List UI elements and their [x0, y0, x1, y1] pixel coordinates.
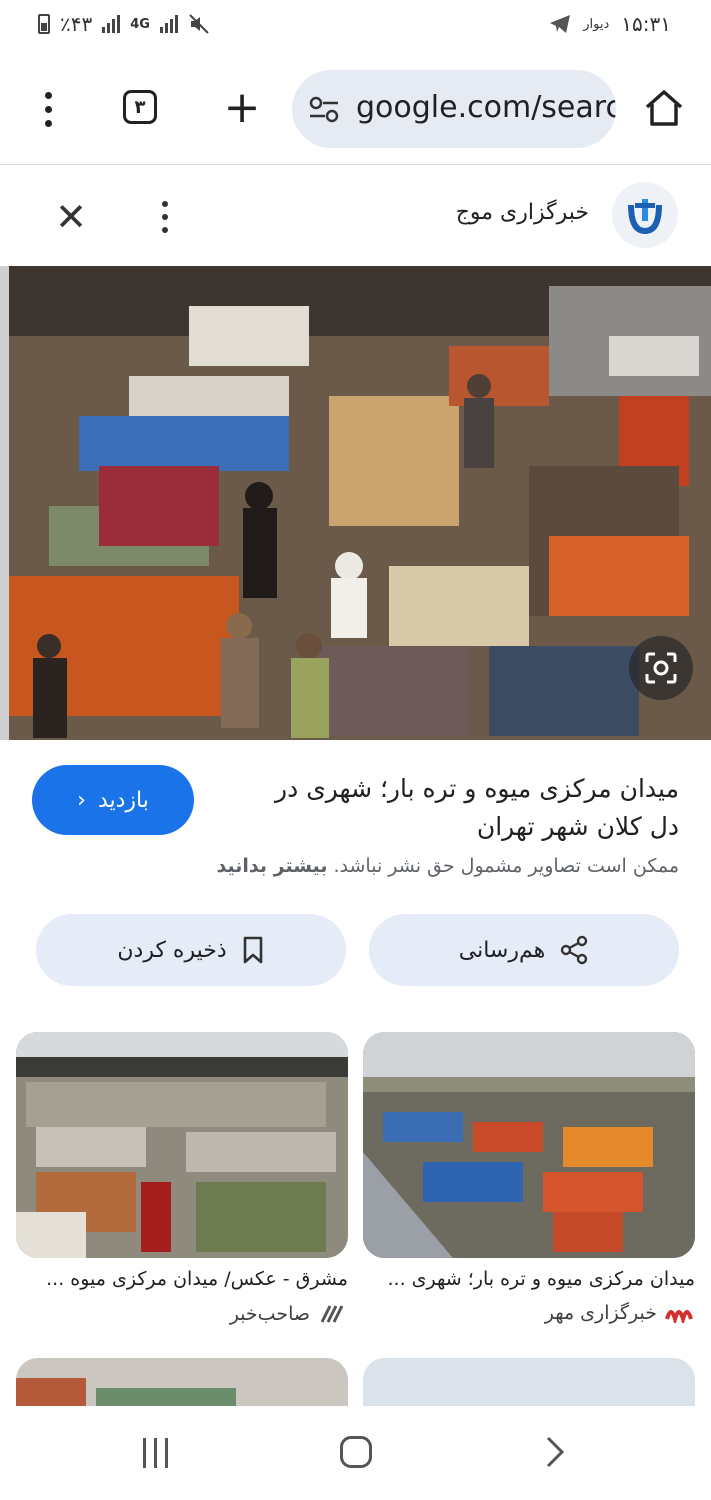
home-nav-icon[interactable]: [340, 1436, 372, 1468]
related-card-peek[interactable]: [363, 1358, 695, 1406]
copyright-text: ممکن است تصاویر مشمول حق نشر نباشد.: [333, 855, 680, 877]
mute-icon: [189, 14, 209, 34]
related-card[interactable]: میدان مرکزی میوه و تره بار؛ شهری ... خبر…: [363, 1032, 695, 1324]
related-image[interactable]: [16, 1032, 348, 1258]
signal-icon-2: [159, 15, 178, 33]
battery-text: ٪۴۳: [60, 12, 93, 36]
result-header: ✕ خبرگزاری موج: [0, 166, 711, 266]
related-photo-4: [16, 1358, 348, 1406]
save-label: ذخیره کردن: [117, 937, 227, 963]
related-title[interactable]: مشرق - عکس/ میدان مرکزی میوه ...: [16, 1268, 348, 1290]
tab-switcher-button[interactable]: ۳: [123, 90, 157, 124]
status-left: ٪۴۳ 4G: [38, 12, 210, 36]
url-bar[interactable]: google.com/search: [292, 70, 616, 148]
share-button[interactable]: هم‌رسانی: [369, 914, 679, 986]
share-label: هم‌رسانی: [458, 937, 546, 963]
telegram-icon: [550, 15, 571, 33]
back-icon[interactable]: [540, 1434, 570, 1470]
clock: ۱۵:۳۱: [621, 12, 671, 36]
market-photo: [9, 266, 711, 740]
share-icon: [561, 935, 588, 965]
more-options-button[interactable]: [155, 194, 175, 240]
status-right: ۱۵:۳۱ دیوار: [549, 12, 671, 36]
bookmark-icon: [243, 936, 262, 964]
visit-label: بازدید: [97, 787, 149, 813]
lens-icon: [645, 652, 677, 684]
new-tab-button[interactable]: +: [222, 86, 262, 130]
sahebkhabar-logo-icon: [320, 1305, 344, 1323]
related-source: خبرگزاری مهر: [363, 1302, 695, 1324]
browser-menu-button[interactable]: [30, 84, 66, 134]
mehr-logo-icon: [665, 1310, 693, 1323]
recents-icon[interactable]: [143, 1438, 173, 1468]
related-photo-2: [16, 1032, 348, 1258]
related-title[interactable]: میدان مرکزی میوه و تره بار؛ شهری ...: [363, 1268, 695, 1290]
related-photo-1: [363, 1032, 695, 1258]
url-text: google.com/search: [356, 90, 616, 125]
toolbar-divider: [0, 164, 711, 165]
related-source-name: صاحب‌خبر: [229, 1303, 310, 1325]
related-image[interactable]: [363, 1032, 695, 1258]
carrier-name: دیوار: [583, 16, 610, 32]
signal-icon: [102, 15, 121, 33]
learn-more-link[interactable]: بیشتر بدانید: [217, 855, 328, 877]
source-name[interactable]: خبرگزاری موج: [456, 200, 589, 225]
browser-toolbar: ۳ + google.com/search: [0, 62, 711, 156]
status-bar: ٪۴۳ 4G ۱۵:۳۱ دیوار: [0, 0, 711, 56]
lens-search-button[interactable]: [629, 636, 693, 700]
related-source-name: خبرگزاری مهر: [544, 1302, 657, 1324]
result-title: میدان مرکزی میوه و تره بار؛ شهری در دل ک…: [275, 774, 679, 841]
source-logo[interactable]: [612, 182, 678, 248]
mowj-logo-icon: [628, 199, 662, 235]
related-source: صاحب‌خبر: [16, 1302, 348, 1326]
network-type: 4G: [130, 16, 150, 32]
home-icon[interactable]: [642, 86, 686, 130]
system-nav-bar: [0, 1406, 711, 1500]
save-button[interactable]: ذخیره کردن: [36, 914, 346, 986]
copyright-notice: ممکن است تصاویر مشمول حق نشر نباشد. بیشت…: [217, 855, 679, 877]
battery-icon: [38, 14, 50, 34]
chevron-left-icon: ‹: [77, 787, 86, 813]
related-card-peek[interactable]: [16, 1358, 348, 1406]
main-image[interactable]: [9, 266, 711, 740]
related-photo-3: [363, 1358, 695, 1406]
visit-button[interactable]: بازدید ‹: [32, 765, 194, 835]
close-button[interactable]: ✕: [50, 196, 92, 238]
related-card[interactable]: مشرق - عکس/ میدان مرکزی میوه ... صاحب‌خب…: [16, 1032, 348, 1326]
site-settings-icon[interactable]: [308, 94, 340, 124]
